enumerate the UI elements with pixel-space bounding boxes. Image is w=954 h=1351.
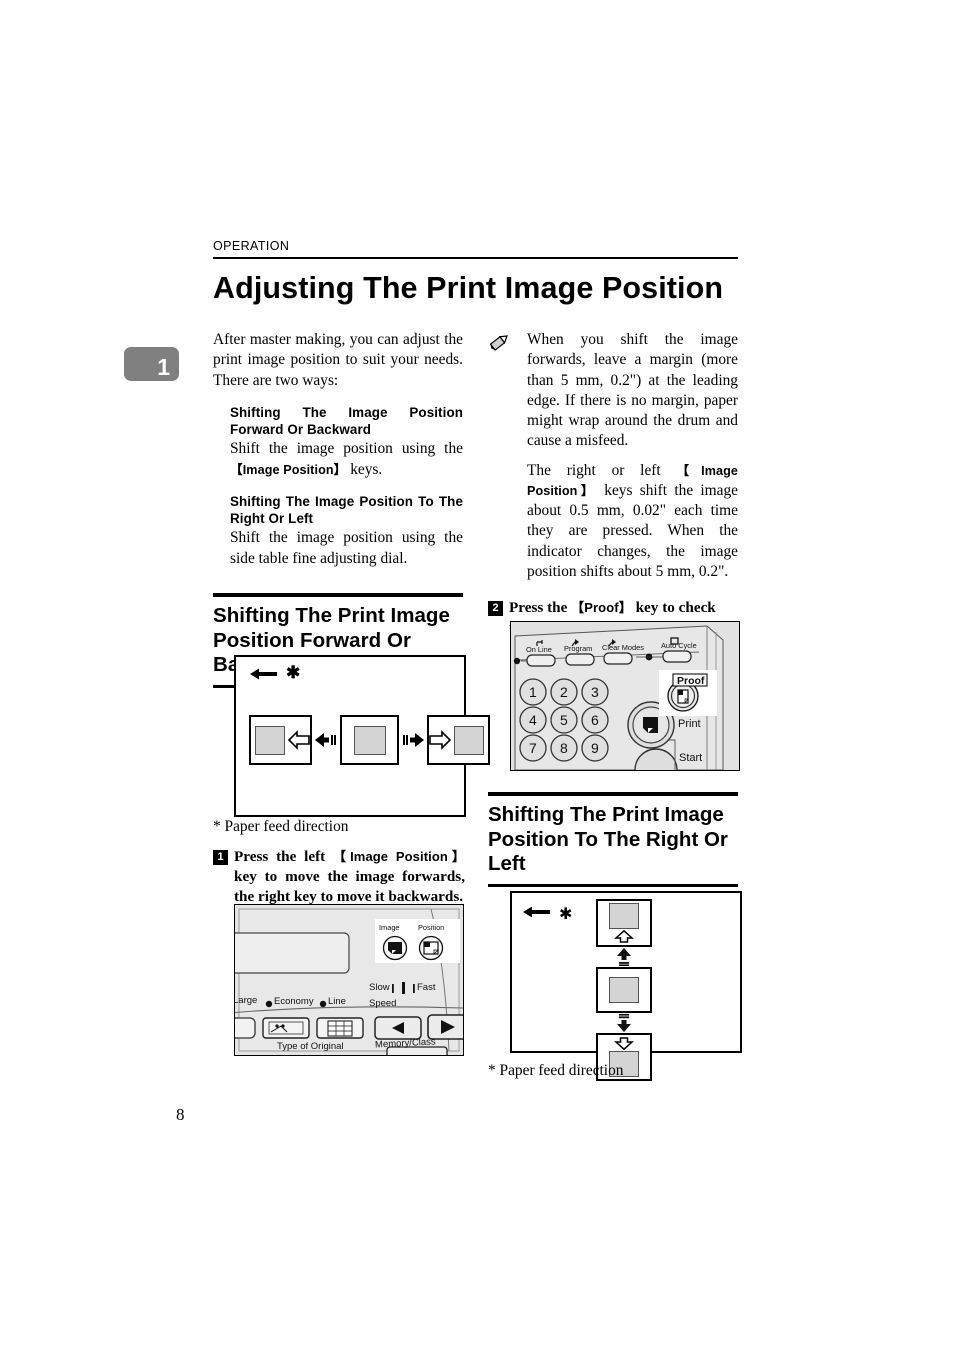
subsection-forward-backward: Shifting The Image Position Forward Or B…: [213, 404, 463, 480]
left-arrow-icon: [523, 905, 550, 923]
arrow-left-solid-icon: [315, 732, 337, 748]
label-digit-2: 2: [560, 684, 568, 700]
figure-vertical-shift: ✱: [510, 891, 742, 1081]
step-text: Press the left 【Image Position】 key to m…: [234, 847, 465, 906]
step-1: 1 Press the left 【Image Position】 key to…: [213, 847, 465, 906]
image-block: [609, 977, 639, 1003]
shift-sequence: [596, 899, 652, 1081]
arrow-left-outline-icon: [287, 730, 310, 750]
image-position-key-label: 【Image Position】: [332, 849, 465, 864]
label-program: Program: [564, 644, 593, 653]
subsection-heading: Shifting The Image Position Forward Or B…: [230, 404, 463, 438]
label-print: Print: [678, 718, 701, 730]
label-large: Large: [234, 995, 258, 1006]
proof-key-label: 【Proof】: [571, 600, 632, 615]
figure-control-panel-image-position: Image Position Large Economy Line Slow F…: [234, 904, 464, 1056]
asterisk-icon: ✱: [286, 663, 301, 682]
step-number-badge: 2: [488, 601, 503, 616]
label-digit-5: 5: [560, 712, 568, 728]
step-number-badge: 1: [213, 850, 228, 865]
subsection-body-part1: Shift the image position using the: [230, 440, 463, 458]
step-text-part2: key to move the image forwards, the righ…: [234, 867, 465, 905]
subsection-body: Shift the image position using the 【Imag…: [230, 439, 463, 480]
label-digit-1: 1: [529, 684, 537, 700]
manual-page: OPERATION 1 Adjusting The Print Image Po…: [0, 0, 954, 1351]
image-block: [255, 725, 285, 755]
page-shifted-backward: [427, 715, 490, 765]
label-digit-4: 4: [529, 712, 537, 728]
paper-feed-legend: ✱: [523, 904, 572, 924]
label-line: Line: [328, 996, 346, 1007]
label-position: Position: [418, 923, 445, 932]
page-shifted-up: [596, 899, 652, 947]
label-clear-modes: Clear Modes: [602, 643, 644, 652]
arrow-up-outline-icon: [614, 929, 634, 943]
page-original: [340, 715, 399, 765]
arrow-right-solid-icon: [402, 732, 424, 748]
arrow-down-outline-icon: [614, 1037, 634, 1051]
label-slow: Slow: [369, 982, 390, 993]
label-digit-9: 9: [591, 740, 599, 756]
label-speed: Speed: [369, 998, 397, 1009]
label-digit-8: 8: [560, 740, 568, 756]
arrow-up-solid-icon: [614, 948, 634, 966]
label-digit-7: 7: [529, 740, 537, 756]
image-block: [353, 725, 386, 755]
paper-feed-legend: ✱: [250, 663, 301, 682]
page-shifted-forward: [249, 715, 312, 765]
note-paragraph-1: When you shift the image forwards, leave…: [527, 331, 738, 450]
figure-caption: * Paper feed direction: [213, 818, 349, 835]
figure-caption: * Paper feed direction: [488, 1062, 624, 1079]
image-position-key-label: 【Image Position】: [230, 462, 347, 477]
figure-horizontal-shift: ✱: [234, 655, 490, 817]
page-number: 8: [176, 1105, 185, 1124]
subsection-body-part2: keys.: [346, 460, 383, 478]
step-text-part1: Press the: [509, 599, 572, 616]
image-block: [454, 725, 484, 755]
subsection-body: Shift the image position using the side …: [230, 529, 463, 567]
intro-paragraph: After master making, you can adjust the …: [213, 331, 463, 389]
chapter-tab-number: 1: [157, 354, 170, 380]
section-heading-text: Shifting The Print Image Position To The…: [488, 803, 728, 876]
shift-sequence: [249, 715, 490, 765]
note-part1: The right or left: [527, 461, 677, 479]
label-on-line: On Line: [526, 645, 552, 654]
pencil-note-icon: [488, 332, 510, 352]
figure-keypad-proof-key: On Line Program Clear Modes Auto Cycle P…: [510, 621, 740, 771]
left-column: After master making, you can adjust the …: [213, 330, 463, 688]
subsection-right-left: Shifting The Image Position To The Right…: [213, 493, 463, 569]
label-start: Start: [679, 752, 703, 764]
image-block: [609, 903, 639, 929]
chapter-tab: 1: [124, 347, 179, 381]
label-digit-6: 6: [591, 712, 599, 728]
label-economy: Economy: [274, 996, 314, 1007]
running-header: OPERATION: [213, 239, 290, 253]
asterisk-icon: ✱: [559, 906, 573, 923]
arrow-right-outline-icon: [429, 730, 452, 750]
left-figure-caption-block: * Paper feed direction 1 Press the left …: [213, 818, 465, 906]
label-type-of-original: Type of Original: [277, 1041, 344, 1052]
label-fast: Fast: [417, 982, 436, 993]
section-heading-right-left: Shifting The Print Image Position To The…: [488, 792, 738, 887]
subsection-heading: Shifting The Image Position To The Right…: [230, 493, 463, 527]
page-title: Adjusting The Print Image Position: [213, 271, 724, 305]
note-paragraph-2: The right or left 【Image Position】 keys …: [527, 461, 738, 583]
rule-bottom: [488, 883, 738, 887]
header-rule: [213, 257, 738, 259]
label-digit-3: 3: [591, 684, 599, 700]
right-column: When you shift the image forwards, leave…: [488, 330, 738, 638]
label-auto-cycle: Auto Cycle: [661, 641, 697, 650]
page-original: [596, 967, 652, 1013]
note-block: When you shift the image forwards, leave…: [488, 330, 738, 582]
step-text-part1: Press the left: [234, 848, 333, 865]
label-proof: Proof: [677, 675, 705, 687]
arrow-down-solid-icon: [614, 1014, 634, 1032]
left-arrow-icon: [250, 667, 277, 680]
label-image: Image: [379, 923, 400, 932]
